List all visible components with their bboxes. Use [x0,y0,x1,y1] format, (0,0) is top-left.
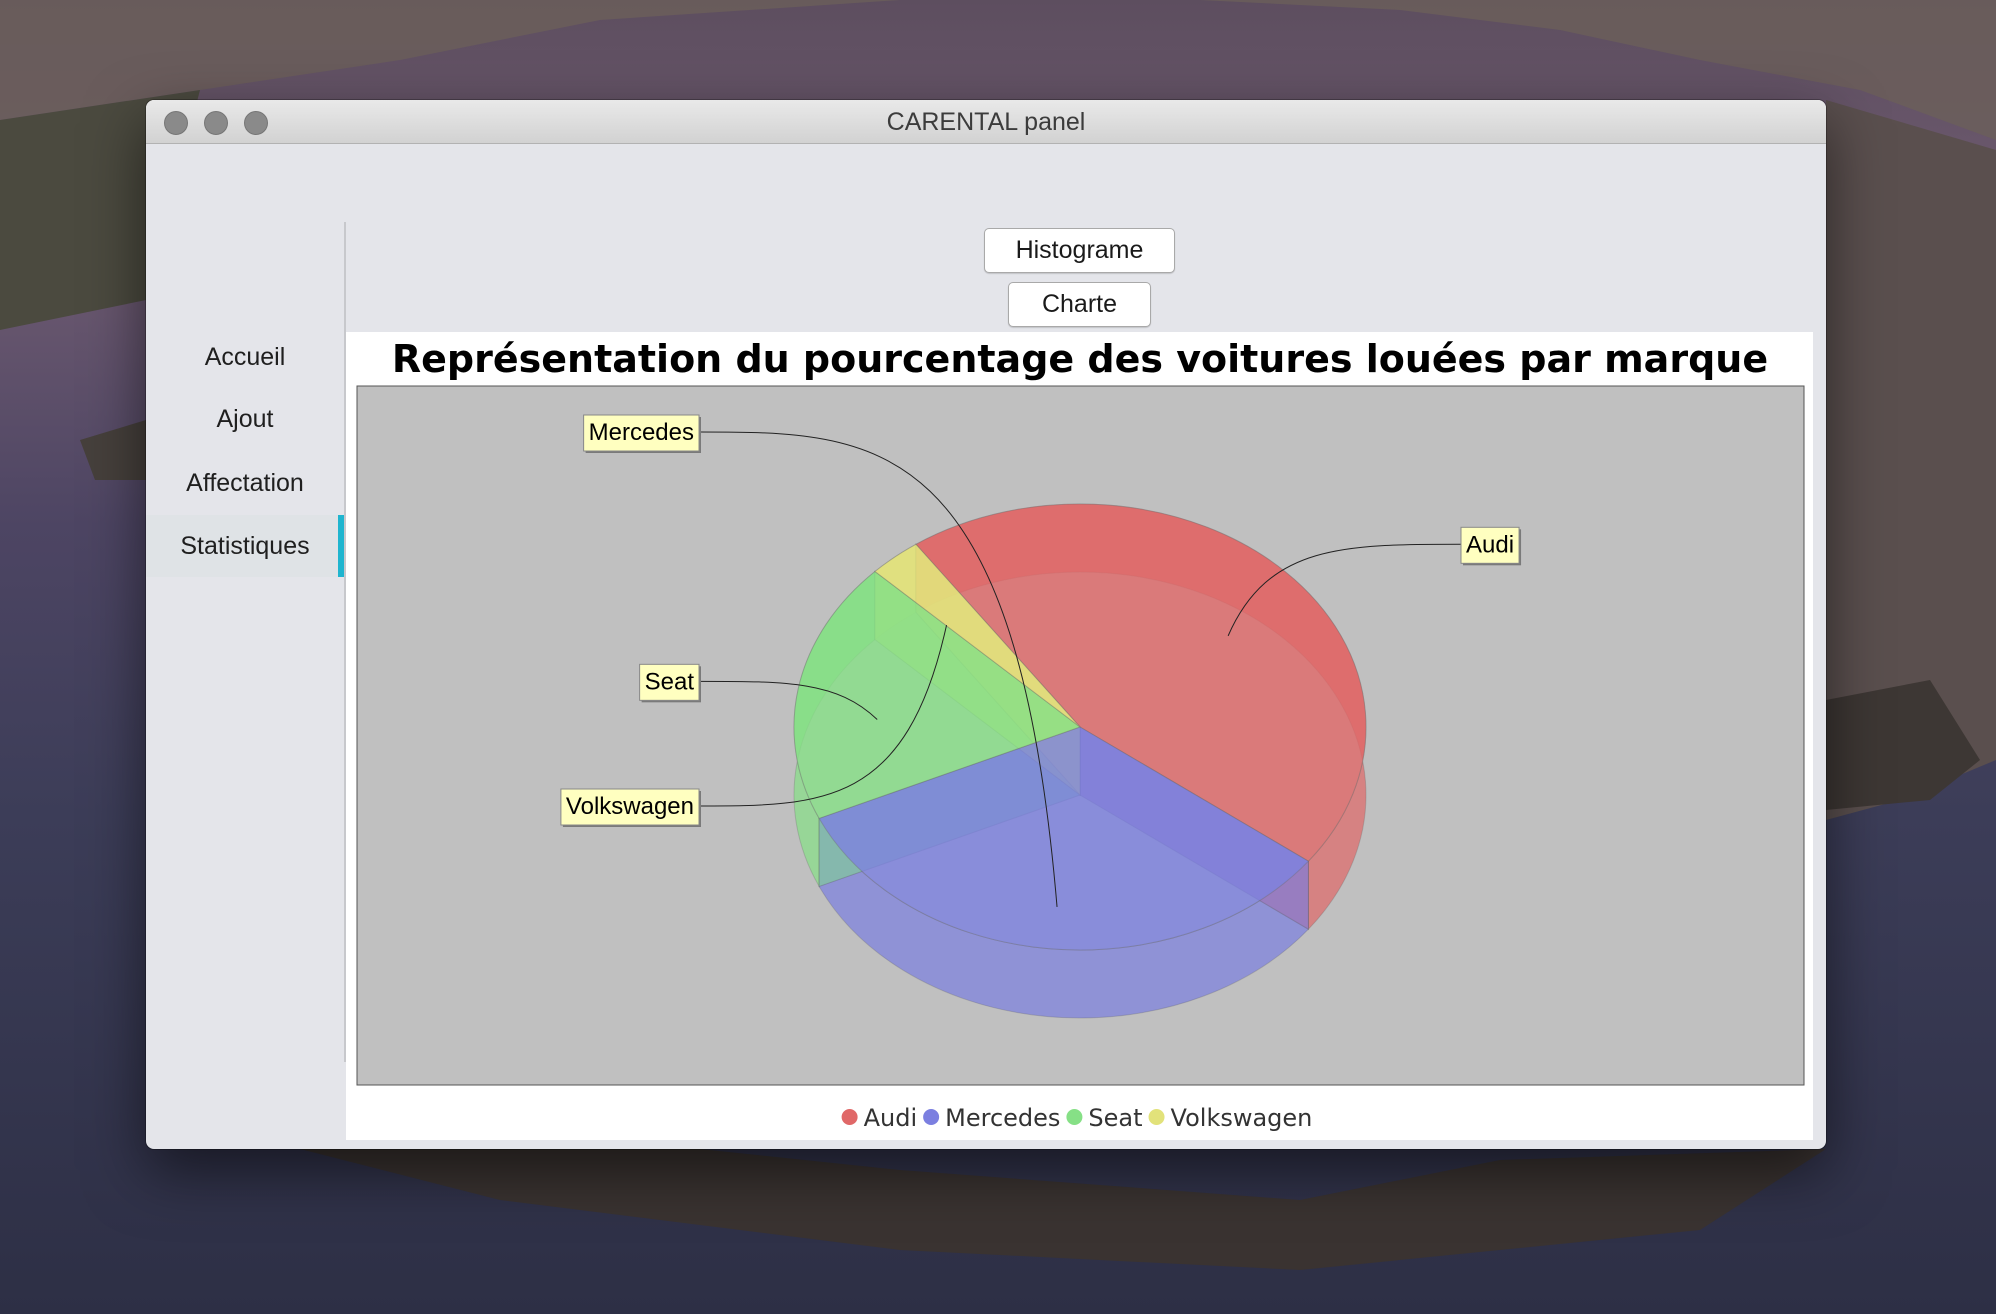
legend-swatch [1066,1109,1083,1125]
legend-item-volkswagen: Volkswagen [1148,1104,1313,1132]
sidebar-item-accueil[interactable]: Accueil [146,326,344,388]
sidebar-nav: Accueil Ajout Affectation Statistiques [146,222,344,1062]
app-window: CARENTAL panel Accueil Ajout Affectation… [146,100,1826,1149]
legend-label: Mercedes [945,1104,1060,1132]
legend-item-audi: Audi [841,1104,918,1132]
window-title: CARENTAL panel [886,108,1086,136]
sidebar-item-label: Ajout [216,405,274,433]
legend-swatch [923,1109,940,1125]
legend-label: Volkswagen [1171,1104,1313,1132]
legend-label: Seat [1088,1104,1142,1132]
title-bar[interactable]: CARENTAL panel [146,100,1826,144]
chart-button[interactable]: Charte [1008,282,1151,327]
sidebar-item-affectation[interactable]: Affectation [146,452,344,514]
sidebar-item-statistiques[interactable]: Statistiques [146,515,344,577]
sidebar-item-label: Statistiques [180,532,310,560]
sidebar-item-label: Accueil [204,343,286,371]
legend-swatch [1148,1109,1165,1125]
sidebar-item-ajout[interactable]: Ajout [146,388,344,450]
legend-item-seat: Seat [1066,1104,1143,1132]
pie-label-text: Audi [1466,531,1514,558]
legend-item-mercedes: Mercedes [923,1104,1060,1132]
pie-label-text: Seat [645,668,695,695]
pie-chart: Représentation du pourcentage des voitur… [356,337,1805,1132]
pie-label-text: Volkswagen [566,793,694,820]
sidebar-item-label: Affectation [186,469,304,497]
pie-label-text: Mercedes [589,419,694,446]
chart-title: Représentation du pourcentage des voitur… [392,337,1768,381]
histogram-button[interactable]: Histograme [984,228,1175,273]
legend-swatch [841,1109,858,1125]
chart-panel: Représentation du pourcentage des voitur… [346,332,1813,1140]
legend-label: Audi [864,1104,918,1132]
